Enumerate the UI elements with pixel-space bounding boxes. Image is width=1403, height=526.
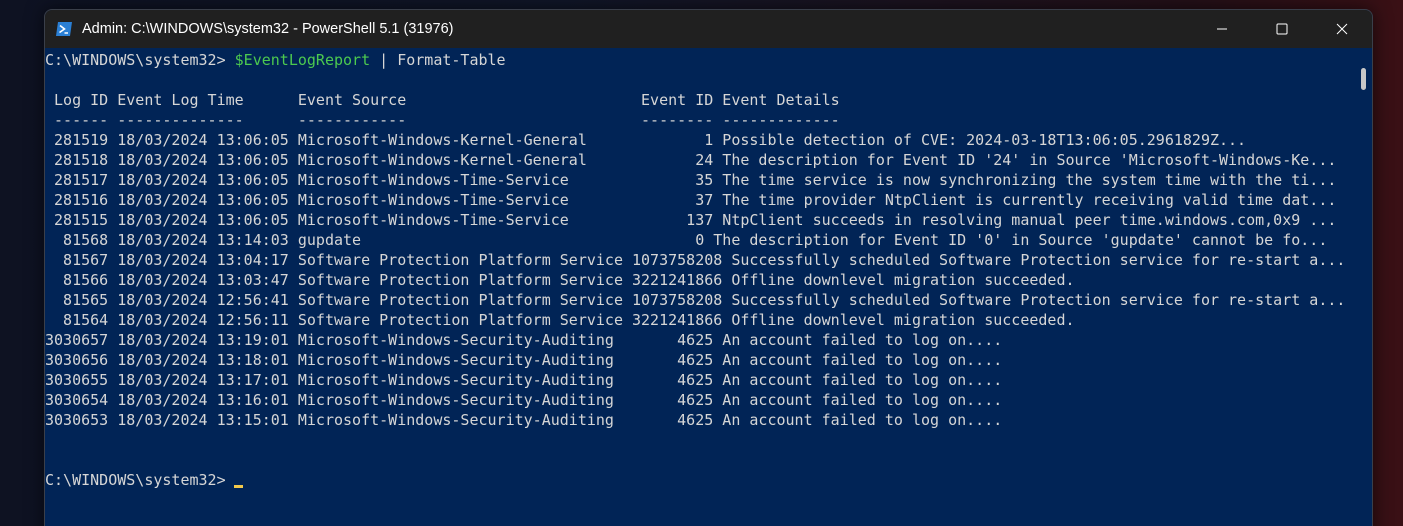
table-row: 81564 18/03/2024 12:56:11 Software Prote… xyxy=(45,311,1075,329)
maximize-icon xyxy=(1276,23,1288,35)
maximize-button[interactable] xyxy=(1252,10,1312,48)
table-row: 281518 18/03/2024 13:06:05 Microsoft-Win… xyxy=(45,151,1337,169)
minimize-icon xyxy=(1217,28,1227,30)
table-row: 281515 18/03/2024 13:06:05 Microsoft-Win… xyxy=(45,211,1337,229)
final-prompt: C:\WINDOWS\system32> xyxy=(45,471,226,489)
table-row: 3030653 18/03/2024 13:15:01 Microsoft-Wi… xyxy=(45,411,1003,429)
table-row: 81566 18/03/2024 13:03:47 Software Prote… xyxy=(45,271,1075,289)
window-title: Admin: C:\WINDOWS\system32 - PowerShell … xyxy=(82,21,454,37)
table-row: 3030654 18/03/2024 13:16:01 Microsoft-Wi… xyxy=(45,391,1003,409)
table-row: 81567 18/03/2024 13:04:17 Software Prote… xyxy=(45,251,1346,269)
window-controls xyxy=(1192,10,1372,48)
table-divider: ------ -------------- ------------ -----… xyxy=(45,111,840,129)
scrollbar-thumb[interactable] xyxy=(1361,68,1366,90)
table-row: 81565 18/03/2024 12:56:41 Software Prote… xyxy=(45,291,1346,309)
table-row: 281517 18/03/2024 13:06:05 Microsoft-Win… xyxy=(45,171,1337,189)
vertical-scrollbar[interactable] xyxy=(1355,48,1372,526)
table-row: 3030655 18/03/2024 13:17:01 Microsoft-Wi… xyxy=(45,371,1003,389)
prompt: C:\WINDOWS\system32> xyxy=(45,51,235,69)
table-row: 81568 18/03/2024 13:14:03 gupdate 0 The … xyxy=(45,231,1328,249)
console-output[interactable]: C:\WINDOWS\system32> $EventLogReport | F… xyxy=(45,48,1355,526)
text-cursor xyxy=(233,485,243,488)
prompt-line[interactable]: C:\WINDOWS\system32> xyxy=(45,470,243,490)
title-bar[interactable]: Admin: C:\WINDOWS\system32 - PowerShell … xyxy=(45,10,1372,48)
powershell-icon xyxy=(55,21,73,37)
command-rest: | Format-Table xyxy=(370,51,506,69)
table-row: 3030656 18/03/2024 13:18:01 Microsoft-Wi… xyxy=(45,351,1003,369)
table-row: 3030657 18/03/2024 13:19:01 Microsoft-Wi… xyxy=(45,331,1003,349)
powershell-window[interactable]: Admin: C:\WINDOWS\system32 - PowerShell … xyxy=(44,9,1373,526)
close-button[interactable] xyxy=(1312,10,1372,48)
minimize-button[interactable] xyxy=(1192,10,1252,48)
table-row: 281519 18/03/2024 13:06:05 Microsoft-Win… xyxy=(45,131,1247,149)
table-row: 281516 18/03/2024 13:06:05 Microsoft-Win… xyxy=(45,191,1337,209)
command-line: C:\WINDOWS\system32> $EventLogReport | F… xyxy=(45,50,506,70)
close-icon xyxy=(1336,23,1348,35)
command-variable: $EventLogReport xyxy=(234,51,371,69)
table-header: Log ID Event Log Time Event Source Event… xyxy=(45,91,840,109)
